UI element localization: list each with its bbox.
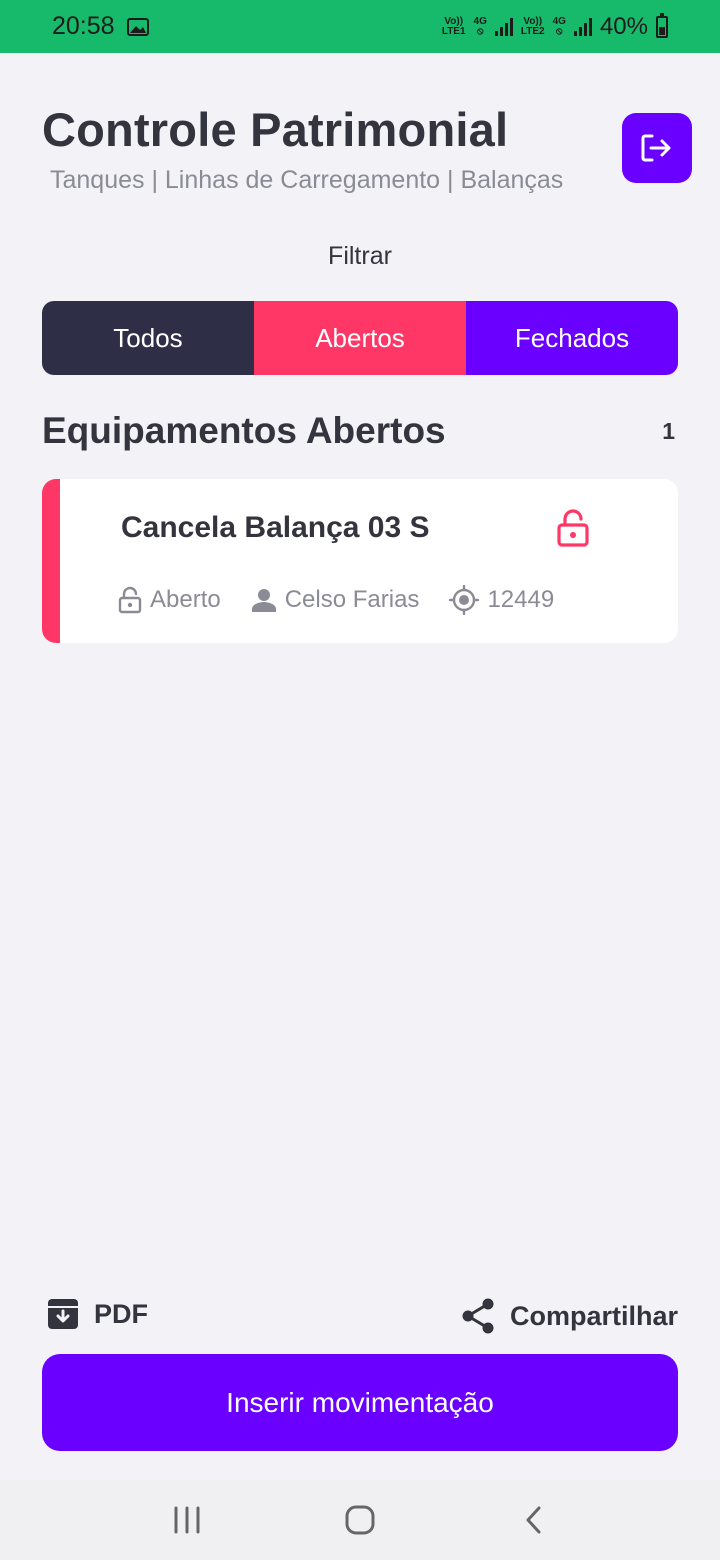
share-label: Compartilhar: [509, 1300, 678, 1331]
filter-abertos-button[interactable]: Abertos: [254, 301, 466, 375]
code-item: 12449: [449, 585, 554, 615]
crosshair-icon: [449, 585, 480, 615]
logout-button[interactable]: [622, 113, 692, 183]
equipment-card[interactable]: Cancela Balança 03 S Aberto Celso Farias: [42, 479, 678, 643]
section-count: 1: [662, 418, 675, 444]
status-text: Aberto: [150, 586, 221, 613]
battery-percent: 40%: [599, 12, 648, 40]
no-data-icon: ⦸: [476, 25, 484, 37]
recent-apps-button[interactable]: [157, 1490, 217, 1550]
back-button[interactable]: [503, 1490, 563, 1550]
code-text: 12449: [487, 586, 555, 613]
home-icon: [345, 1505, 375, 1535]
lock-open-icon: [557, 509, 589, 547]
pdf-label: PDF: [94, 1298, 148, 1329]
section-title: Equipamentos Abertos: [42, 410, 446, 451]
filter-todos-button[interactable]: Todos: [42, 301, 254, 375]
pdf-button[interactable]: PDF: [46, 1297, 148, 1331]
system-navigation-bar: [0, 1480, 720, 1560]
sim2-tech: 4G ⦸: [552, 15, 566, 37]
lock-open-icon: [118, 586, 142, 614]
sim1-indicator: Vo)) LTE1: [441, 15, 466, 37]
person-icon: [251, 589, 276, 612]
sim1-tech: 4G ⦸: [473, 15, 487, 37]
status-bar: 20:58 Vo)) LTE1 4G ⦸ Vo)) LTE2 4G ⦸ 40%: [0, 0, 720, 53]
share-button[interactable]: Compartilhar: [460, 1297, 678, 1335]
signal-icon: [573, 17, 592, 36]
sim2-indicator: Vo)) LTE2: [520, 15, 545, 37]
equipment-meta: Aberto Celso Farias 12449: [118, 585, 584, 615]
page-title: Controle Patrimonial: [42, 103, 509, 156]
filter-segmented-control: Todos Abertos Fechados: [42, 301, 678, 375]
insert-movement-button[interactable]: Inserir movimentação: [42, 1354, 678, 1451]
status-stripe: [42, 479, 60, 643]
back-icon: [526, 1506, 541, 1534]
filter-label: Filtrar: [328, 242, 392, 270]
gallery-notification-icon: [126, 17, 149, 36]
battery-icon: [656, 12, 668, 38]
filter-fechados-button[interactable]: Fechados: [466, 301, 678, 375]
user-item: Celso Farias: [251, 586, 420, 614]
no-data-icon: ⦸: [556, 25, 563, 37]
status-time: 20:58: [52, 12, 115, 40]
user-text: Celso Farias: [284, 586, 420, 613]
share-icon: [462, 1298, 494, 1334]
home-button[interactable]: [330, 1490, 390, 1550]
equipment-name: Cancela Balança 03 S: [121, 511, 430, 544]
signal-icon: [494, 17, 513, 36]
status-item: Aberto: [118, 586, 221, 614]
logout-icon: [641, 134, 671, 162]
recent-apps-icon: [174, 1506, 200, 1534]
page-subtitle: Tanques | Linhas de Carregamento | Balan…: [50, 166, 564, 194]
archive-download-icon: [48, 1299, 78, 1329]
